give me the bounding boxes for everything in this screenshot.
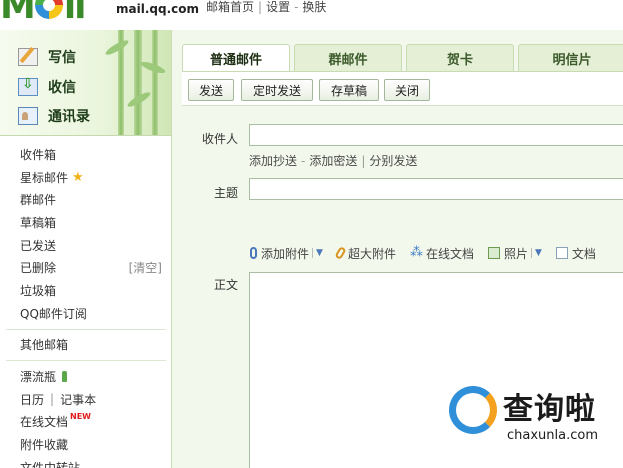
paperclip-icon <box>250 247 257 259</box>
add-bcc-link[interactable]: 添加密送 <box>309 154 357 168</box>
clear-deleted-link[interactable]: [清空] <box>129 259 162 276</box>
to-label: 收件人 <box>202 132 239 146</box>
receive-label: 收信 <box>48 80 76 96</box>
contacts-label: 通讯录 <box>48 109 90 125</box>
folder-spam[interactable]: 垃圾箱 <box>0 279 172 302</box>
add-attachment-button[interactable]: 添加附件 ▼ <box>250 245 323 262</box>
contacts-action[interactable]: 通讯录 <box>18 105 90 127</box>
folder-label: 群邮件 <box>20 193 57 208</box>
bamboo-decoration <box>134 30 142 135</box>
write-icon <box>18 48 38 66</box>
subject-label: 主题 <box>214 186 239 200</box>
big-paperclip-icon <box>334 246 347 260</box>
document-button[interactable]: 文档 <box>555 245 596 262</box>
online-doc-label: 在线文档 <box>425 246 474 261</box>
chevron-down-icon[interactable]: ▼ <box>530 248 542 258</box>
folder-label: 已发送 <box>20 238 57 253</box>
subject-field[interactable] <box>249 178 623 200</box>
compose-action[interactable]: 写信 <box>18 46 76 68</box>
other-mailbox[interactable]: 其他邮箱 <box>0 334 172 357</box>
scheduled-send-button[interactable]: 定时发送 <box>241 79 313 101</box>
folder-list: 收件箱 星标邮件 ★ 群邮件 草稿箱 已发送 已删除 [清空] 垃圾箱 QQ邮件订阅… <box>0 143 172 468</box>
folder-subscriptions[interactable]: QQ邮件订阅 <box>0 302 172 325</box>
calendar-notepad-row: 日历 | 记事本 <box>20 391 97 408</box>
compose-label: 写信 <box>48 50 76 66</box>
watermark-text: 查询啦 <box>503 392 596 427</box>
photo-label: 照片 <box>503 246 528 261</box>
folder-group[interactable]: 群邮件 <box>0 188 172 211</box>
folder-label: 垃圾箱 <box>20 283 57 298</box>
divider <box>6 360 166 362</box>
photo-icon <box>487 247 500 259</box>
file-transfer[interactable]: 文件中转站 <box>0 456 172 468</box>
attachment-toolbar: 添加附件 ▼ 超大附件 ⁂ 在线文档 照片 ▼ 文档 <box>250 244 610 262</box>
logo-circle-icon <box>34 0 63 19</box>
tab-greeting-card[interactable]: 贺卡 <box>406 44 514 71</box>
attachment-collection[interactable]: 附件收藏 <box>0 433 172 456</box>
mail-domain: mail.qq.com <box>116 2 199 16</box>
folder-sent[interactable]: 已发送 <box>0 234 172 257</box>
folder-inbox[interactable]: 收件箱 <box>0 143 172 166</box>
folder-label: 星标邮件 <box>20 170 69 185</box>
online-doc-button[interactable]: ⁂ 在线文档 <box>410 245 474 262</box>
separate-send-link[interactable]: 分别发送 <box>369 154 417 168</box>
other-mailbox-label: 其他邮箱 <box>20 338 69 353</box>
watermark: 查询啦 chaxunla.com <box>449 384 619 446</box>
qq-mail-logo[interactable]: Mil <box>0 0 87 27</box>
folder-label: 收件箱 <box>20 147 57 162</box>
folder-deleted[interactable]: 已删除 [清空] <box>0 256 172 279</box>
document-label: 文档 <box>571 246 596 261</box>
nav-settings[interactable]: 设置 <box>266 0 290 14</box>
close-button[interactable]: 关闭 <box>384 79 430 101</box>
compose-toolbar: 发送 定时发送 存草稿 关闭 <box>182 71 623 105</box>
folder-label: 已删除 <box>20 261 57 276</box>
tab-normal-mail[interactable]: 普通邮件 <box>182 44 290 72</box>
tab-postcard[interactable]: 明信片 <box>518 44 623 71</box>
sidebar-actions: 写信 收信 通讯录 <box>0 30 171 136</box>
watermark-url: chaxunla.com <box>507 428 598 443</box>
new-badge: NEW <box>70 412 91 422</box>
folder-label: QQ邮件订阅 <box>20 306 87 321</box>
bottle-icon <box>62 371 68 383</box>
mail-type-tabs: 普通邮件 群邮件 贺卡 明信片 <box>182 44 623 72</box>
folder-starred[interactable]: 星标邮件 ★ <box>0 166 172 189</box>
calendar-link[interactable]: 日历 <box>20 391 44 408</box>
contacts-icon <box>18 107 38 125</box>
divider <box>6 328 166 330</box>
send-button[interactable]: 发送 <box>188 79 234 101</box>
big-attachment-label: 超大附件 <box>347 246 396 261</box>
online-docs[interactable]: 在线文档 NEW <box>0 411 172 434</box>
big-attachment-button[interactable]: 超大附件 <box>334 245 396 262</box>
leaf-decoration <box>103 37 131 58</box>
document-icon <box>555 247 568 259</box>
add-cc-link[interactable]: 添加抄送 <box>249 154 297 168</box>
online-docs-label: 在线文档 <box>20 415 69 430</box>
save-draft-button[interactable]: 存草稿 <box>319 79 379 101</box>
share-icon: ⁂ <box>409 245 423 260</box>
recipient-options: 添加抄送 - 添加密送 | 分别发送 <box>249 154 418 168</box>
attachment-collection-label: 附件收藏 <box>20 438 69 453</box>
nav-mailbox-home[interactable]: 邮箱首页 <box>206 0 254 14</box>
watermark-logo-icon <box>449 386 497 434</box>
drift-bottle[interactable]: 漂流瓶 <box>0 365 172 388</box>
photo-button[interactable]: 照片 ▼ <box>487 245 542 262</box>
folder-label: 草稿箱 <box>20 215 57 230</box>
body-label: 正文 <box>214 278 239 292</box>
folder-drafts[interactable]: 草稿箱 <box>0 211 172 234</box>
top-nav: 邮箱首页 | 设置 - 换肤 <box>206 0 327 14</box>
add-attachment-label: 添加附件 <box>261 246 310 261</box>
drift-bottle-label: 漂流瓶 <box>20 370 57 385</box>
sidebar: 写信 收信 通讯录 收件箱 星标邮件★ 群邮件 草稿箱 已发送 已删除 [清空] … <box>0 30 172 468</box>
file-transfer-label: 文件中转站 <box>20 460 81 468</box>
notepad-link[interactable]: 记事本 <box>60 391 96 408</box>
bamboo-decoration <box>152 30 158 135</box>
to-field[interactable] <box>249 124 623 146</box>
receive-action[interactable]: 收信 <box>18 76 76 98</box>
top-header: Mil mail.qq.com 邮箱首页 | 设置 - 换肤 <box>0 0 623 30</box>
nav-skin[interactable]: 换肤 <box>302 0 326 14</box>
inbox-icon <box>18 76 38 96</box>
tab-group-mail[interactable]: 群邮件 <box>294 44 402 71</box>
star-icon: ★ <box>72 169 84 185</box>
chevron-down-icon[interactable]: ▼ <box>312 248 323 258</box>
